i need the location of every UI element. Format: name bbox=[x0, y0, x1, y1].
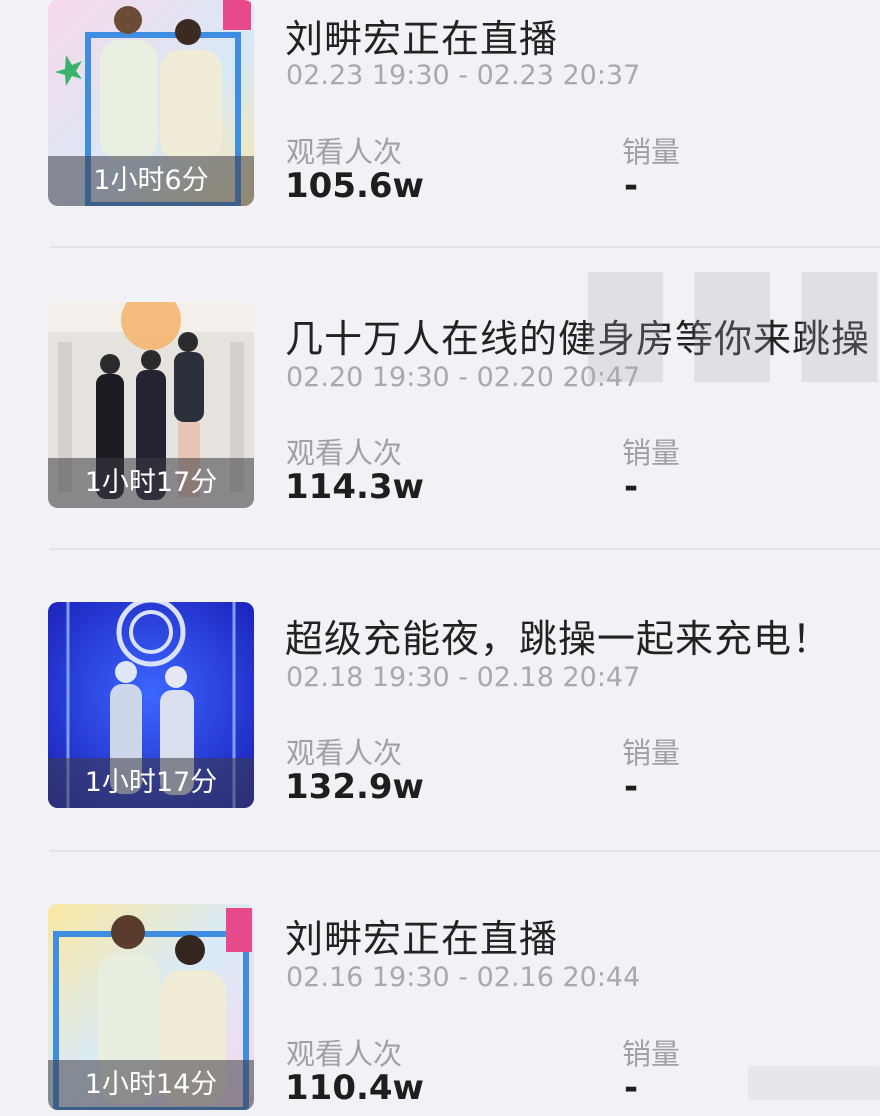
duration-badge: 1小时14分 bbox=[48, 1060, 254, 1110]
stream-thumbnail[interactable]: 1小时6分 bbox=[48, 0, 254, 206]
sales-label: 销量 bbox=[622, 736, 681, 770]
duration-badge: 1小时17分 bbox=[48, 458, 254, 508]
views-value: 110.4w bbox=[285, 1068, 424, 1108]
views-value: 105.6w bbox=[285, 166, 424, 206]
row-divider bbox=[50, 246, 880, 248]
views-label: 观看人次 bbox=[286, 436, 403, 470]
sales-value: - bbox=[624, 166, 639, 206]
sales-value: - bbox=[624, 1068, 639, 1108]
stream-title[interactable]: 刘畊宏正在直播 bbox=[285, 908, 558, 963]
row-divider bbox=[50, 850, 880, 852]
stream-thumbnail[interactable]: 1小时17分 bbox=[48, 602, 254, 808]
live-replay-list: 1小时6分 刘畊宏正在直播 02.23 19:30 - 02.23 20:37 … bbox=[0, 0, 880, 1116]
stream-title[interactable]: 刘畊宏正在直播 bbox=[285, 8, 558, 63]
stream-time-range: 02.16 19:30 - 02.16 20:44 bbox=[286, 962, 641, 993]
watermark-overlay: █ █ █ bbox=[588, 272, 877, 382]
stream-time-range: 02.18 19:30 - 02.18 20:47 bbox=[286, 662, 641, 693]
stream-title[interactable]: 超级充能夜，跳操一起来充电！ bbox=[285, 608, 831, 663]
stream-time-range: 02.23 19:30 - 02.23 20:37 bbox=[286, 60, 641, 91]
sales-label: 销量 bbox=[622, 1037, 681, 1071]
sales-label: 销量 bbox=[622, 135, 681, 169]
views-label: 观看人次 bbox=[286, 1037, 403, 1071]
stream-thumbnail[interactable]: 1小时17分 bbox=[48, 302, 254, 508]
row-divider bbox=[50, 548, 880, 550]
duration-badge: 1小时6分 bbox=[48, 156, 254, 206]
blurred-area bbox=[748, 1066, 880, 1100]
views-value: 114.3w bbox=[285, 467, 424, 507]
sales-value: - bbox=[624, 767, 639, 807]
stream-thumbnail[interactable]: 1小时14分 bbox=[48, 904, 254, 1110]
views-label: 观看人次 bbox=[286, 736, 403, 770]
stream-card[interactable]: 1小时6分 刘畊宏正在直播 02.23 19:30 - 02.23 20:37 … bbox=[0, 0, 880, 248]
stream-card[interactable]: 1小时17分 超级充能夜，跳操一起来充电！ 02.18 19:30 - 02.1… bbox=[0, 552, 880, 852]
views-value: 132.9w bbox=[285, 767, 424, 807]
sales-value: - bbox=[624, 467, 639, 507]
views-label: 观看人次 bbox=[286, 135, 403, 169]
sales-label: 销量 bbox=[622, 436, 681, 470]
duration-badge: 1小时17分 bbox=[48, 758, 254, 808]
